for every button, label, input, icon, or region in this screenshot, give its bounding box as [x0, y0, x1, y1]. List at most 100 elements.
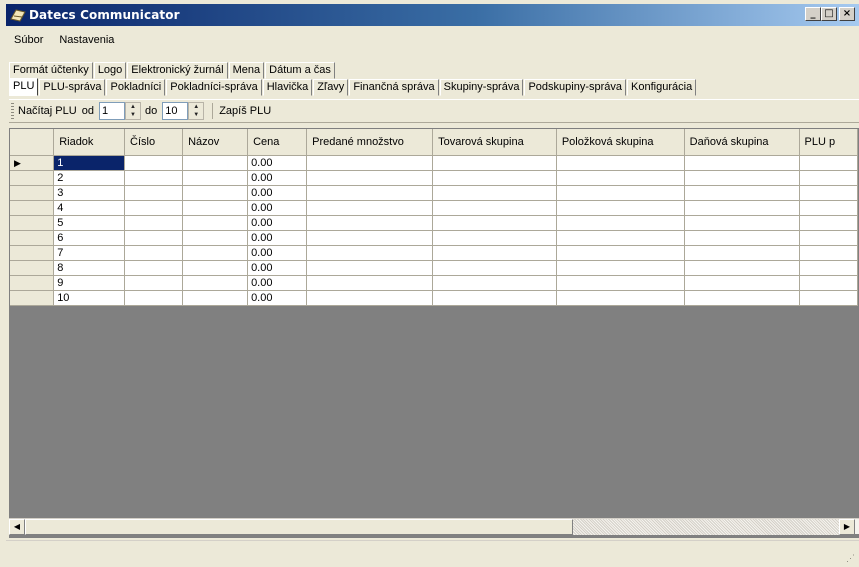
cell-item-group[interactable] — [556, 275, 685, 291]
column-header-sold-quantity[interactable]: Predané množstvo — [306, 129, 434, 156]
to-input[interactable]: 10 — [162, 102, 189, 120]
cell-item-group[interactable] — [556, 170, 685, 186]
cell-plu-p[interactable] — [799, 230, 858, 246]
row-header[interactable]: ▶ — [10, 155, 55, 171]
cell-plu-p[interactable] — [799, 260, 858, 276]
cell-plu-p[interactable] — [799, 215, 858, 231]
row-header[interactable] — [10, 170, 55, 186]
cell-number[interactable] — [124, 275, 184, 291]
cell-price[interactable]: 0.00 — [247, 290, 308, 306]
table-row[interactable]: 9 0.00 — [10, 275, 858, 291]
spin-up-icon[interactable]: ▲ — [126, 103, 140, 111]
cell-plu-p[interactable] — [799, 170, 858, 186]
cell-tax-group[interactable] — [684, 200, 800, 216]
cell-number[interactable] — [124, 230, 184, 246]
cell-sold-quantity[interactable] — [306, 275, 434, 291]
cell-name[interactable] — [182, 185, 249, 201]
cell-number[interactable] — [124, 200, 184, 216]
tab-financial-management[interactable]: Finančná správa — [349, 79, 439, 96]
column-header-goods-group[interactable]: Tovarová skupina — [432, 129, 557, 156]
cell-name[interactable] — [182, 170, 249, 186]
cell-number[interactable] — [124, 155, 184, 171]
cell-number[interactable] — [124, 185, 184, 201]
row-header[interactable] — [10, 230, 55, 246]
tab-currency[interactable]: Mena — [228, 62, 265, 79]
column-header-plu-p[interactable]: PLU p — [799, 129, 858, 156]
cell-row[interactable]: 4 — [53, 200, 125, 216]
cell-goods-group[interactable] — [432, 185, 557, 201]
toolbar-grip-icon[interactable] — [11, 103, 14, 119]
tab-groups-management[interactable]: Skupiny-správa — [439, 79, 524, 96]
row-header[interactable] — [10, 200, 55, 216]
cell-price[interactable]: 0.00 — [247, 170, 308, 186]
cell-item-group[interactable] — [556, 245, 685, 261]
cell-name[interactable] — [182, 230, 249, 246]
cell-item-group[interactable] — [556, 200, 685, 216]
tab-date-time[interactable]: Dátum a čas — [265, 62, 335, 79]
table-row[interactable]: 4 0.00 — [10, 200, 858, 216]
cell-tax-group[interactable] — [684, 260, 800, 276]
load-plu-button[interactable]: Načítaj PLU — [18, 105, 77, 117]
cell-row[interactable]: 1 — [53, 155, 125, 171]
row-header[interactable] — [10, 215, 55, 231]
cell-sold-quantity[interactable] — [306, 185, 434, 201]
cell-row[interactable]: 8 — [53, 260, 125, 276]
cell-tax-group[interactable] — [684, 155, 800, 171]
scrollbar-thumb[interactable] — [25, 519, 573, 535]
cell-number[interactable] — [124, 245, 184, 261]
table-row[interactable]: ▶ 1 0.00 — [10, 155, 858, 171]
write-plu-button[interactable]: Zapíš PLU — [219, 105, 271, 117]
cell-price[interactable]: 0.00 — [247, 185, 308, 201]
cell-goods-group[interactable] — [432, 260, 557, 276]
cell-name[interactable] — [182, 245, 249, 261]
table-row[interactable]: 3 0.00 — [10, 185, 858, 201]
menu-settings[interactable]: Nastavenia — [51, 34, 122, 46]
cell-price[interactable]: 0.00 — [247, 260, 308, 276]
cell-row[interactable]: 6 — [53, 230, 125, 246]
tab-plu-management[interactable]: PLU-správa — [39, 79, 106, 96]
title-bar[interactable]: Datecs Communicator _ □ × — [6, 4, 859, 26]
cell-number[interactable] — [124, 260, 184, 276]
to-spin-buttons[interactable]: ▲ ▼ — [188, 102, 205, 120]
column-header-name[interactable]: Názov — [182, 129, 249, 156]
row-header[interactable] — [10, 185, 55, 201]
spin-down-icon[interactable]: ▼ — [189, 111, 203, 119]
cell-number[interactable] — [124, 215, 184, 231]
cell-price[interactable]: 0.00 — [247, 200, 308, 216]
cell-name[interactable] — [182, 155, 249, 171]
cell-row[interactable]: 5 — [53, 215, 125, 231]
column-header-row[interactable]: Riadok — [53, 129, 125, 156]
cell-sold-quantity[interactable] — [306, 215, 434, 231]
cell-sold-quantity[interactable] — [306, 245, 434, 261]
tab-receipt-format[interactable]: Formát účtenky — [9, 62, 93, 79]
row-header[interactable] — [10, 275, 55, 291]
table-row[interactable]: 8 0.00 — [10, 260, 858, 276]
cell-row[interactable]: 9 — [53, 275, 125, 291]
tab-electronic-journal[interactable]: Elektronický žurnál — [127, 62, 228, 79]
cell-row[interactable]: 2 — [53, 170, 125, 186]
cell-item-group[interactable] — [556, 230, 685, 246]
cell-row[interactable]: 7 — [53, 245, 125, 261]
cell-goods-group[interactable] — [432, 230, 557, 246]
cell-sold-quantity[interactable] — [306, 230, 434, 246]
tab-discounts[interactable]: Zľavy — [313, 79, 349, 96]
cell-goods-group[interactable] — [432, 290, 557, 306]
cell-plu-p[interactable] — [799, 155, 858, 171]
column-header-number[interactable]: Číslo — [124, 129, 184, 156]
row-header[interactable] — [10, 260, 55, 276]
cell-goods-group[interactable] — [432, 275, 557, 291]
cell-item-group[interactable] — [556, 155, 685, 171]
cell-price[interactable]: 0.00 — [247, 215, 308, 231]
table-row[interactable]: 6 0.00 — [10, 230, 858, 246]
cell-goods-group[interactable] — [432, 215, 557, 231]
resize-grip-icon[interactable]: ⋰ — [846, 553, 855, 564]
cell-name[interactable] — [182, 260, 249, 276]
cell-tax-group[interactable] — [684, 230, 800, 246]
tab-cashiers[interactable]: Pokladníci — [106, 79, 166, 96]
tab-subgroups-management[interactable]: Podskupiny-správa — [524, 79, 627, 96]
cell-goods-group[interactable] — [432, 245, 557, 261]
from-spin-buttons[interactable]: ▲ ▼ — [124, 102, 141, 120]
row-header-corner[interactable] — [10, 129, 55, 156]
row-header[interactable] — [10, 290, 55, 306]
cell-row[interactable]: 3 — [53, 185, 125, 201]
